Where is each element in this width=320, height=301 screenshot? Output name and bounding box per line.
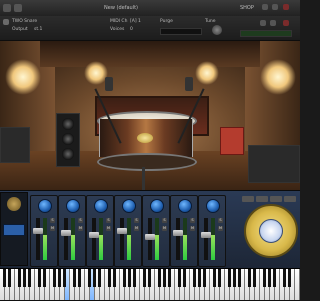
wall-light-right [260,59,296,95]
value-display [3,224,25,236]
tune-label: Tune [205,19,216,24]
panel-button-1[interactable] [242,196,254,202]
mute-button[interactable]: M [162,226,167,231]
mute-button[interactable]: M [50,226,55,231]
channel-knob[interactable] [122,199,136,213]
fader-cap[interactable] [117,228,127,234]
mixer-channel: S M [30,195,58,267]
amp-left [0,127,30,163]
fader-cap[interactable] [173,230,183,236]
instrument-name[interactable]: New (default) [104,5,138,11]
close-icon[interactable] [283,4,289,10]
snare-badge [137,133,153,143]
studio-scene-image [0,41,300,190]
mixer-channel: S M [170,195,198,267]
output-label: Output [12,27,28,32]
ceiling [40,41,260,67]
mute-button[interactable]: M [106,226,111,231]
piano-keyboard[interactable] [0,268,300,301]
wheel-center-icon[interactable] [259,219,283,243]
solo-button[interactable]: S [190,218,195,223]
channel-meter [43,218,47,260]
fader-cap[interactable] [33,228,43,234]
channel-fader-track[interactable] [173,218,183,260]
channel-knob[interactable] [66,199,80,213]
snare-stand [142,167,145,190]
channel-meter [211,218,215,260]
channel-fader-track[interactable] [61,218,71,260]
channel-meter [127,218,131,260]
menu-icon[interactable] [3,4,11,12]
fader-cap[interactable] [201,232,211,238]
instrument-title[interactable]: TWO Snare [12,19,37,24]
instrument-icon[interactable] [3,19,9,25]
voices-value: 0 [130,27,133,32]
fader-cap[interactable] [89,232,99,238]
channel-knob[interactable] [206,199,220,213]
mute-button[interactable]: M [190,226,195,231]
mic-right [185,77,193,91]
level-meter [240,30,292,37]
mute-button[interactable] [270,20,276,26]
panel-button-3[interactable] [270,196,282,202]
solo-button[interactable]: S [162,218,167,223]
channel-knob[interactable] [94,199,108,213]
fader-cap[interactable] [61,230,71,236]
cpu-meter [272,4,278,10]
mixer-channel: S M [114,195,142,267]
solo-button[interactable] [260,20,266,26]
mixer-channel: S M [58,195,86,267]
voices-label: Voices [110,27,125,32]
wall-light-left [5,59,41,95]
channel-knob[interactable] [38,199,52,213]
solo-button[interactable]: S [218,218,223,223]
mute-button[interactable]: M [134,226,139,231]
midi-value[interactable]: [A] 1 [130,19,141,24]
channel-knob[interactable] [150,199,164,213]
master-knob[interactable] [7,197,21,211]
mixer-channel: S M [198,195,226,267]
channel-fader-track[interactable] [117,218,127,260]
amp-right [248,145,300,183]
midi-label: MIDI Ch [110,19,128,24]
channel-fader-track[interactable] [89,218,99,260]
view-icon[interactable] [14,4,22,12]
snare-bottom [97,153,197,171]
memory-field [160,28,202,35]
shop-link[interactable]: SHOP [240,5,254,11]
app-toolbar: New (default) SHOP [0,0,300,17]
mic-left [105,77,113,91]
instrument-header: TWO Snare Output st.1 MIDI Ch [A] 1 Voic… [0,16,300,41]
red-cabinet [220,127,244,155]
channel-meter [183,218,187,260]
solo-button[interactable]: S [106,218,111,223]
channel-meter [155,218,159,260]
instrument-close-icon[interactable] [283,20,289,26]
output-value[interactable]: st.1 [34,27,42,32]
mixer-channel: S M [142,195,170,267]
channel-fader-track[interactable] [145,218,155,260]
speaker-cabinet-left [56,113,80,167]
ceiling-light-right [195,61,219,85]
mixer-channel: S M [86,195,114,267]
channel-fader-track[interactable] [33,218,43,260]
fader-cap[interactable] [145,234,155,240]
panel-button-2[interactable] [256,196,268,202]
solo-button[interactable]: S [78,218,83,223]
settings-icon[interactable] [262,4,268,10]
mute-button[interactable]: M [218,226,223,231]
panel-button-4[interactable] [284,196,296,202]
channel-meter [71,218,75,260]
mute-button[interactable]: M [78,226,83,231]
purge-label[interactable]: Purge [160,19,173,24]
channel-fader-track[interactable] [201,218,211,260]
solo-button[interactable]: S [134,218,139,223]
solo-button[interactable]: S [50,218,55,223]
channel-knob[interactable] [178,199,192,213]
channel-meter [99,218,103,260]
tune-knob[interactable] [212,25,222,35]
